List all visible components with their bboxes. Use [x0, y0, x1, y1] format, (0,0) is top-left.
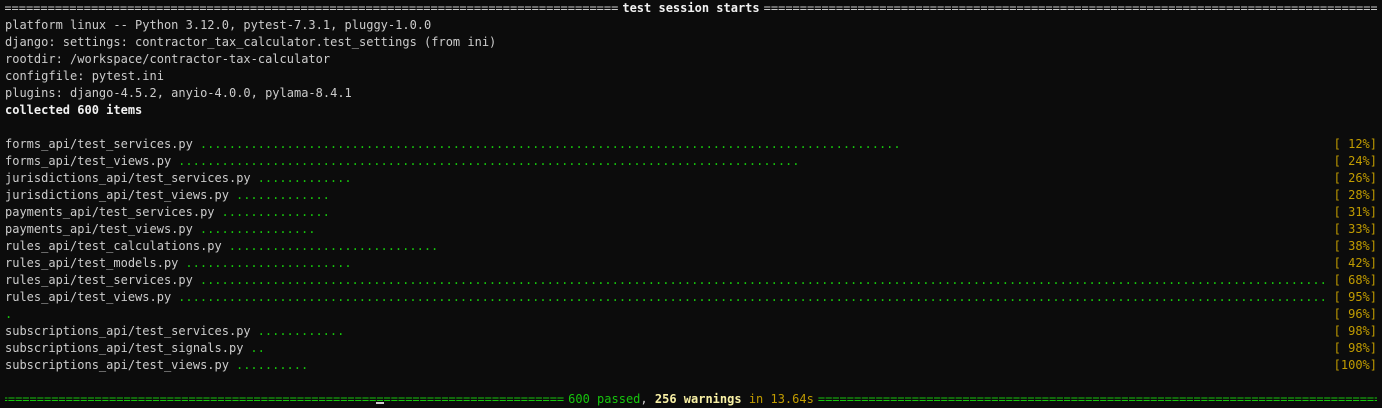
- test-progress-dots: .......................: [185, 256, 352, 270]
- test-progress-percent: [ 98%]: [1333, 341, 1377, 355]
- test-progress-dots: ........................................…: [199, 137, 901, 151]
- test-progress-dots: .............................: [228, 239, 439, 253]
- test-progress-percent: [100%]: [1333, 358, 1377, 372]
- test-progress-dots: ..........: [235, 358, 309, 372]
- test-file-name: subscriptions_api/test_views.py: [5, 358, 229, 372]
- test-result-row: forms_api/test_views.py.................…: [5, 153, 1377, 170]
- separator-left: ========================================…: [5, 1, 619, 15]
- test-result-row: subscriptions_api/test_views.py.........…: [5, 357, 1377, 374]
- test-result-row: rules_api/test_views.py.................…: [5, 289, 1377, 306]
- test-progress-dots: ............: [257, 324, 345, 338]
- summary-passed: 600 passed: [568, 392, 641, 406]
- test-file-name: forms_api/test_views.py: [5, 154, 172, 168]
- test-result-row: rules_api/test_calculations.py..........…: [5, 238, 1377, 255]
- test-progress-dots: ........................................…: [199, 273, 1326, 287]
- test-progress-dots: .............: [235, 188, 330, 202]
- test-file-name: forms_api/test_services.py: [5, 137, 193, 151]
- test-result-row: rules_api/test_services.py..............…: [5, 272, 1377, 289]
- test-result-row: payments_api/test_views.py..............…: [5, 221, 1377, 238]
- test-progress-percent: [ 38%]: [1333, 239, 1377, 253]
- separator-right: ========================================…: [763, 1, 1377, 15]
- test-progress-percent: [ 28%]: [1333, 188, 1377, 202]
- info-line-configfile: configfile: pytest.ini: [5, 69, 164, 83]
- test-progress-percent: [ 31%]: [1333, 205, 1377, 219]
- test-progress-percent: [ 98%]: [1333, 324, 1377, 338]
- test-progress-dots: ........................................…: [178, 154, 800, 168]
- terminal-window[interactable]: ========================================…: [0, 0, 1382, 407]
- test-file-name: jurisdictions_api/test_views.py: [5, 188, 229, 202]
- summary-time: in 13.64s: [748, 392, 814, 406]
- test-result-row: jurisdictions_api/test_views.py.........…: [5, 187, 1377, 204]
- text-cursor: [376, 402, 384, 404]
- test-progress-dots: ...............: [221, 205, 330, 219]
- test-file-name: subscriptions_api/test_signals.py: [5, 341, 244, 355]
- test-file-name: subscriptions_api/test_services.py: [5, 324, 251, 338]
- test-progress-percent: [ 68%]: [1333, 273, 1377, 287]
- test-result-row: subscriptions_api/test_services.py......…: [5, 323, 1377, 340]
- test-progress-dots: .............: [257, 171, 352, 185]
- summary-comma: ,: [640, 392, 648, 406]
- test-file-name: jurisdictions_api/test_services.py: [5, 171, 251, 185]
- test-progress-percent: [ 96%]: [1333, 307, 1377, 321]
- test-file-name: rules_api/test_calculations.py: [5, 239, 222, 253]
- test-result-row: . [ 96%]: [5, 306, 1377, 323]
- test-progress-percent: [ 95%]: [1333, 290, 1377, 304]
- test-progress-percent: [ 33%]: [1333, 222, 1377, 236]
- test-progress-percent: [ 12%]: [1333, 137, 1377, 151]
- info-line-plugins: plugins: django-4.5.2, anyio-4.0.0, pyla…: [5, 86, 352, 100]
- summary-line: ========================================…: [5, 391, 1377, 408]
- test-result-row: rules_api/test_models.py................…: [5, 255, 1377, 272]
- collected-line: collected 600 items: [5, 103, 143, 117]
- test-progress-dots: ..: [250, 341, 265, 355]
- info-line-rootdir: rootdir: /workspace/contractor-tax-calcu…: [5, 52, 331, 66]
- test-file-name: payments_api/test_services.py: [5, 205, 215, 219]
- separator-left: ========================================…: [5, 392, 565, 406]
- test-progress-dots: .: [5, 307, 13, 321]
- test-file-name: rules_api/test_models.py: [5, 256, 179, 270]
- separator-right: ========================================…: [817, 392, 1377, 406]
- test-file-name: rules_api/test_views.py: [5, 290, 172, 304]
- info-line-platform: platform linux -- Python 3.12.0, pytest-…: [5, 18, 432, 32]
- session-header-title: test session starts: [622, 1, 760, 15]
- test-results-list: forms_api/test_services.py..............…: [5, 136, 1377, 374]
- info-line-django: django: settings: contractor_tax_calcula…: [5, 35, 497, 49]
- test-progress-percent: [ 42%]: [1333, 256, 1377, 270]
- test-result-row: payments_api/test_services.py...........…: [5, 204, 1377, 221]
- summary-text: 600 passed, 256 warnings in 13.64s: [564, 391, 818, 408]
- test-result-row: jurisdictions_api/test_services.py......…: [5, 170, 1377, 187]
- test-result-row: subscriptions_api/test_signals.py.. [ 98%…: [5, 340, 1377, 357]
- test-file-name: payments_api/test_views.py: [5, 222, 193, 236]
- test-progress-percent: [ 24%]: [1333, 154, 1377, 168]
- summary-warnings: 256 warnings: [654, 392, 742, 406]
- test-file-name: rules_api/test_services.py: [5, 273, 193, 287]
- test-result-row: forms_api/test_services.py..............…: [5, 136, 1377, 153]
- test-progress-percent: [ 26%]: [1333, 171, 1377, 185]
- test-progress-dots: ........................................…: [178, 290, 1326, 304]
- test-progress-dots: ................: [199, 222, 316, 236]
- session-header: ========================================…: [5, 0, 1377, 17]
